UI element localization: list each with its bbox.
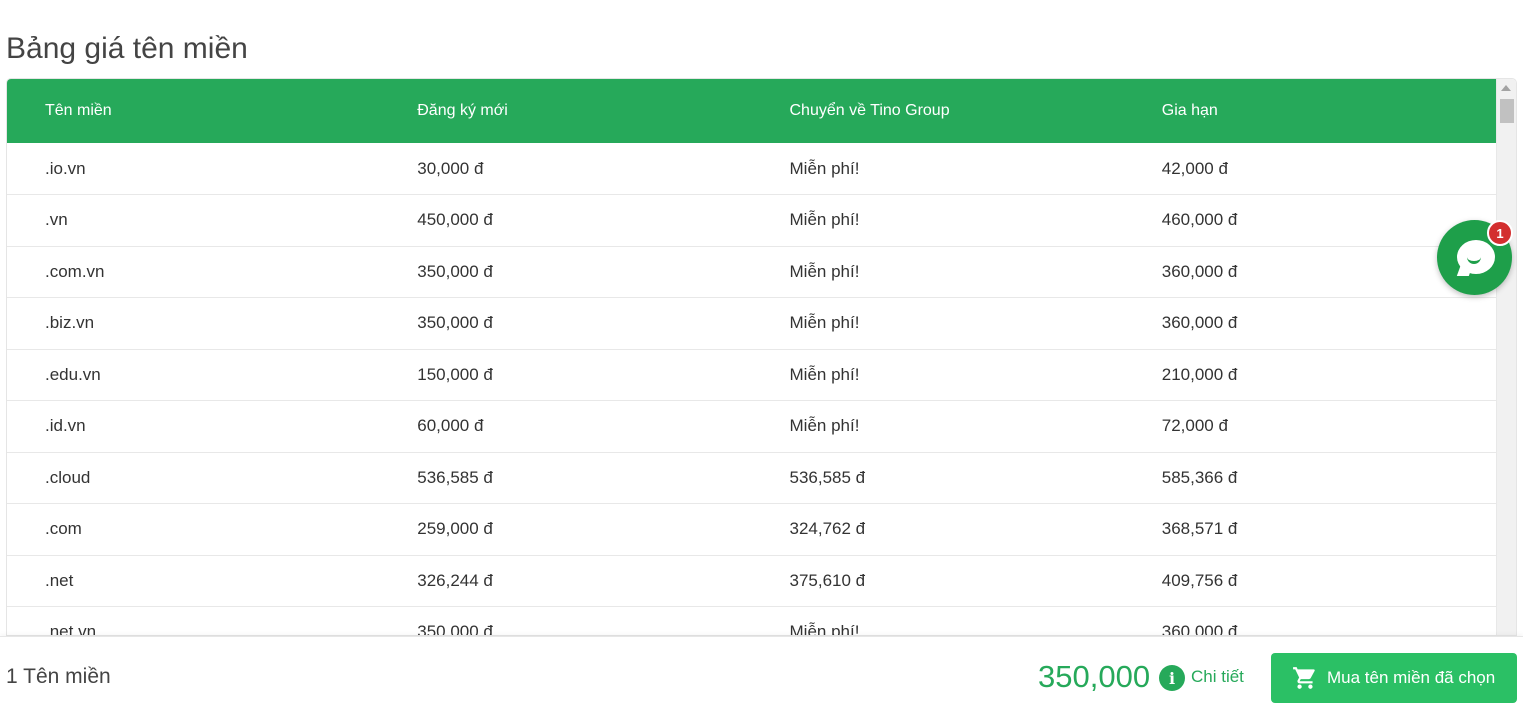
shopping-cart-icon (1293, 667, 1315, 689)
cell-register: 536,585 đ (417, 467, 493, 487)
cell-register: 60,000 đ (417, 416, 484, 436)
table-row[interactable]: .edu.vn 150,000 đ Miễn phí! 210,000 đ (7, 349, 1496, 401)
cell-transfer: Miễn phí! (789, 261, 860, 281)
table-row[interactable]: .cloud 536,585 đ 536,585 đ 585,366 đ (7, 452, 1496, 504)
page-title: Bảng giá tên miền (6, 32, 248, 65)
cell-domain: .vn (45, 210, 68, 230)
cell-transfer: Miễn phí! (789, 158, 860, 178)
table-row[interactable]: .id.vn 60,000 đ Miễn phí! 72,000 đ (7, 401, 1496, 452)
cell-renew: 585,366 đ (1161, 467, 1238, 487)
cell-transfer: Miễn phí! (789, 622, 860, 636)
cell-domain: .io.vn (45, 158, 86, 178)
selected-domain-count: 1 Tên miền (6, 665, 111, 688)
chat-notification-badge: 1 (1487, 220, 1513, 246)
cell-domain: .net.vn (45, 622, 97, 636)
cell-transfer: Miễn phí! (789, 416, 860, 436)
table-row[interactable]: .biz.vn 350,000 đ Miễn phí! 360,000 đ (7, 298, 1496, 349)
header-domain: Tên miền (45, 102, 112, 119)
vertical-scrollbar[interactable] (1496, 79, 1516, 635)
cell-register: 30,000 đ (417, 158, 484, 178)
scrollbar-thumb[interactable] (1500, 99, 1514, 123)
cell-transfer: 536,585 đ (789, 467, 866, 487)
cell-transfer: 375,610 đ (789, 570, 866, 590)
table-row[interactable]: .net.vn 350,000 đ Miễn phí! 360,000 đ (7, 607, 1496, 636)
cell-renew: 360,000 đ (1161, 313, 1238, 333)
cell-register: 450,000 đ (417, 210, 493, 230)
table-row[interactable]: .com 259,000 đ 324,762 đ 368,571 đ (7, 504, 1496, 555)
cell-transfer: 324,762 đ (789, 519, 866, 539)
cell-renew: 409,756 đ (1161, 570, 1238, 590)
cell-register: 259,000 đ (417, 519, 493, 539)
cell-domain: .edu.vn (45, 364, 101, 384)
cell-renew: 210,000 đ (1161, 364, 1238, 384)
table-row[interactable]: .net 326,244 đ 375,610 đ 409,756 đ (7, 555, 1496, 607)
domain-price-table: Tên miền Đăng ký mới Chuyển về Tino Grou… (6, 78, 1517, 636)
detail-link[interactable]: Chi tiết (1191, 667, 1244, 687)
cell-domain: .net (45, 570, 74, 590)
cart-footer-bar: 1 Tên miền 350,000 i Chi tiết Mua tên mi… (0, 636, 1523, 712)
table-row[interactable]: .io.vn 30,000 đ Miễn phí! 42,000 đ (7, 143, 1496, 195)
cell-transfer: Miễn phí! (789, 364, 860, 384)
price-table: Tên miền Đăng ký mới Chuyển về Tino Grou… (7, 79, 1496, 636)
cell-register: 350,000 đ (417, 622, 493, 636)
header-register: Đăng ký mới (417, 102, 508, 119)
table-row[interactable]: .vn 450,000 đ Miễn phí! 460,000 đ (7, 195, 1496, 246)
cell-renew: 42,000 đ (1161, 158, 1228, 178)
cell-register: 326,244 đ (417, 570, 493, 590)
scroll-up-arrow-icon[interactable] (1501, 85, 1511, 91)
info-icon[interactable]: i (1159, 665, 1185, 691)
buy-button-label: Mua tên miền đã chọn (1327, 668, 1496, 687)
cell-renew: 460,000 đ (1161, 210, 1238, 230)
cell-register: 350,000 đ (417, 313, 493, 333)
cell-renew: 72,000 đ (1161, 416, 1228, 436)
cell-renew: 360,000 đ (1161, 622, 1238, 636)
cell-domain: .id.vn (45, 416, 86, 436)
table-header-row: Tên miền Đăng ký mới Chuyển về Tino Grou… (7, 79, 1496, 143)
header-transfer: Chuyển về Tino Group (789, 102, 950, 119)
cell-domain: .com (45, 519, 82, 539)
cell-transfer: Miễn phí! (789, 313, 860, 333)
table-scroll-area[interactable]: Tên miền Đăng ký mới Chuyển về Tino Grou… (7, 79, 1496, 636)
cell-domain: .cloud (45, 467, 91, 487)
chat-bubble-tail (1456, 264, 1474, 276)
header-renew: Gia hạn (1161, 102, 1218, 119)
cell-domain: .com.vn (45, 261, 105, 281)
cell-register: 350,000 đ (417, 261, 493, 281)
cell-renew: 368,571 đ (1161, 519, 1238, 539)
cell-domain: .biz.vn (45, 313, 95, 333)
cell-transfer: Miễn phí! (789, 210, 860, 230)
table-row[interactable]: .com.vn 350,000 đ Miễn phí! 360,000 đ (7, 246, 1496, 298)
cart-total-price: 350,000 (1038, 659, 1151, 694)
buy-selected-domains-button[interactable]: Mua tên miền đã chọn (1271, 653, 1517, 703)
cell-register: 150,000 đ (417, 364, 493, 384)
